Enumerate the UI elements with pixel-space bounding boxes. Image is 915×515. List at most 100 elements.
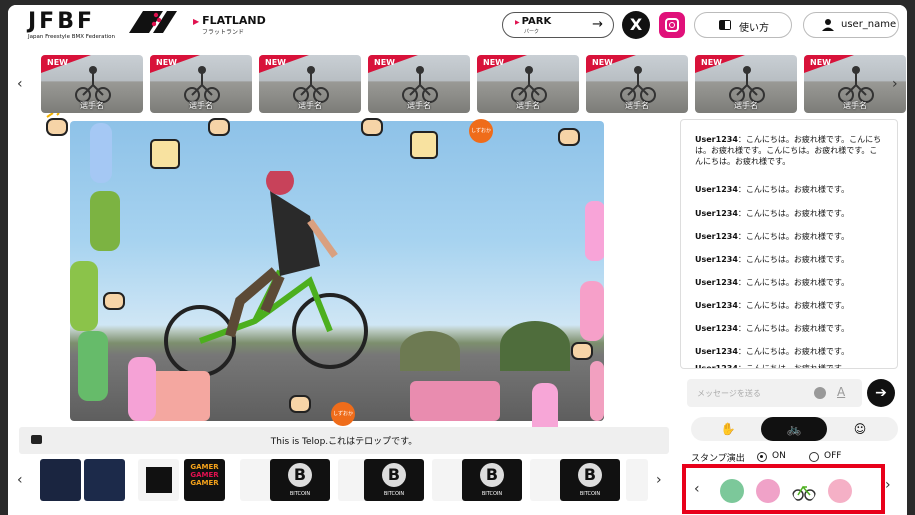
rider-name: 選手名 bbox=[625, 101, 649, 110]
chat-text: ：こんにちは。お疲れ様です。 bbox=[737, 209, 850, 218]
trees bbox=[500, 321, 570, 371]
clap-hand-icon: ✋ bbox=[720, 422, 736, 436]
category-subtitle: フラットランド bbox=[202, 29, 245, 36]
stamp-effect-label: スタンプ演出 bbox=[691, 454, 745, 464]
stamp-off-radio[interactable] bbox=[809, 452, 819, 462]
font-icon[interactable]: A bbox=[837, 385, 845, 399]
merch-item[interactable] bbox=[84, 459, 125, 501]
chat-message: User1234：こんにちは。お疲れ様です。こんにちは。お疲れ様です。こんにちは… bbox=[695, 134, 885, 167]
chat-user: User1234 bbox=[695, 135, 738, 144]
how-to-label: 使い方 bbox=[739, 23, 769, 34]
rider-name: 選手名 bbox=[80, 101, 104, 110]
rider-card[interactable]: NEW 選手名 bbox=[586, 55, 688, 113]
rider-card[interactable]: NEW 選手名 bbox=[477, 55, 579, 113]
rider-thumbnail bbox=[511, 66, 547, 103]
message-input[interactable]: メッセージを送る A bbox=[687, 379, 862, 407]
book-icon bbox=[719, 20, 731, 30]
merch-item[interactable]: GAMER GAMER GAMER bbox=[184, 459, 225, 501]
stamp-picker: ‹ bbox=[682, 464, 885, 514]
stamp-category-tabs: ✋ 🚲 ☺ bbox=[691, 417, 898, 441]
tab-bike-stamps[interactable]: 🚲 bbox=[761, 417, 827, 441]
tab-clap-stamps[interactable]: ✋ bbox=[695, 417, 761, 441]
logo-text: JFBF bbox=[28, 9, 96, 34]
rider-card[interactable]: NEW 選手名 bbox=[41, 55, 143, 113]
chat-message: User1234：こんにちは。お疲れ様です。 bbox=[695, 184, 885, 195]
rider-thumbnail bbox=[293, 66, 329, 103]
gamer-label: GAMER bbox=[190, 463, 219, 471]
rider-card[interactable]: NEW 選手名 bbox=[368, 55, 470, 113]
merch-item[interactable] bbox=[138, 459, 179, 501]
rider-thumbnail bbox=[402, 66, 438, 103]
category-flatland[interactable]: ▶ FLATLAND フラットランド bbox=[193, 14, 266, 36]
stamp-prev-icon[interactable]: ‹ bbox=[694, 481, 700, 497]
how-to-button[interactable]: 使い方 bbox=[694, 12, 792, 38]
chat-message: User1234：こんにちは。お疲れ様です。 bbox=[695, 300, 885, 311]
rider-card[interactable]: NEW 選手名 bbox=[150, 55, 252, 113]
logo-mark-icon bbox=[129, 11, 177, 33]
new-badge-label: NEW bbox=[592, 58, 613, 67]
chat-text: ：こんにちは。お疲れ様です。 bbox=[737, 364, 850, 369]
stamp-girl[interactable] bbox=[828, 479, 852, 503]
user-menu-button[interactable]: user_name bbox=[803, 12, 899, 38]
merch-item[interactable] bbox=[626, 459, 648, 501]
bitcoin-word: BITCOIN bbox=[383, 491, 405, 497]
riders-next-icon[interactable]: › bbox=[892, 76, 898, 92]
stamp-on-radio[interactable] bbox=[757, 452, 767, 462]
merch-prev-icon[interactable]: ‹ bbox=[17, 472, 23, 488]
chat-user: User1234 bbox=[695, 347, 738, 356]
rider-card[interactable]: NEW 選手名 bbox=[804, 55, 906, 113]
rider-name: 選手名 bbox=[298, 101, 322, 110]
clap-hand-icon bbox=[46, 113, 68, 136]
stamp-boy[interactable] bbox=[720, 479, 744, 503]
merch-next-icon[interactable]: › bbox=[656, 472, 662, 488]
bitcoin-word: BITCOIN bbox=[289, 491, 311, 497]
message-placeholder: メッセージを送る bbox=[697, 389, 761, 398]
x-logo-icon: X bbox=[629, 15, 643, 34]
stamp-next-icon[interactable]: › bbox=[885, 477, 891, 493]
rider-card[interactable]: NEW 選手名 bbox=[259, 55, 361, 113]
arrow-right-icon: → bbox=[592, 17, 603, 32]
stamp-crowd[interactable] bbox=[756, 479, 780, 503]
chat-message: User1234：こんにちは。お疲れ様です。 bbox=[695, 363, 885, 369]
merch-item[interactable]: B BITCOIN bbox=[462, 459, 522, 501]
rider-card[interactable]: NEW 選手名 bbox=[695, 55, 797, 113]
new-badge-label: NEW bbox=[156, 58, 177, 67]
chat-text: ：こんにちは。お疲れ様です。 bbox=[737, 347, 850, 356]
new-badge-label: NEW bbox=[810, 58, 831, 67]
send-arrow-icon: ➔ bbox=[875, 385, 887, 401]
chat-user: User1234 bbox=[695, 324, 738, 333]
chat-text: ：こんにちは。お疲れ様です。 bbox=[737, 185, 850, 194]
user-icon bbox=[822, 19, 834, 31]
new-badge-label: NEW bbox=[374, 58, 395, 67]
riders-prev-icon[interactable]: ‹ bbox=[17, 76, 23, 92]
bitcoin-letter: B bbox=[288, 463, 312, 487]
chat-text: ：こんにちは。お疲れ様です。 bbox=[737, 255, 850, 264]
park-subtitle: パーク bbox=[524, 29, 540, 35]
chat-user: User1234 bbox=[695, 364, 738, 369]
tab-face-stamps[interactable]: ☺ bbox=[827, 417, 893, 441]
merch-item[interactable] bbox=[40, 459, 81, 501]
rider-name: 選手名 bbox=[407, 101, 431, 110]
triangle-icon: ▶ bbox=[515, 19, 520, 26]
face-sticker bbox=[150, 139, 180, 169]
merch-item[interactable]: B BITCOIN bbox=[270, 459, 330, 501]
girl-sticker bbox=[590, 361, 604, 421]
instagram-button[interactable] bbox=[659, 12, 685, 38]
crowd-sticker bbox=[410, 381, 500, 421]
merch-item[interactable]: B BITCOIN bbox=[560, 459, 620, 501]
chat-user: User1234 bbox=[695, 278, 738, 287]
emoji-icon[interactable] bbox=[814, 387, 826, 399]
cheering-boy-sticker bbox=[70, 261, 98, 331]
bitcoin-word: BITCOIN bbox=[481, 491, 503, 497]
jfbf-logo[interactable]: JFBF Japan Freestyle BMX Federation bbox=[28, 9, 115, 41]
stamp-bike[interactable] bbox=[792, 479, 816, 503]
merch-item[interactable]: B BITCOIN bbox=[364, 459, 424, 501]
x-social-button[interactable]: X bbox=[622, 11, 650, 39]
park-button[interactable]: ▶ PARK パーク → bbox=[502, 12, 614, 38]
chat-panel[interactable]: User1234：こんにちは。お疲れ様です。こんにちは。お疲れ様です。こんにちは… bbox=[680, 119, 898, 369]
rider-thumbnail bbox=[838, 66, 874, 103]
bitcoin-letter: B bbox=[382, 463, 406, 487]
hearts-sticker bbox=[585, 201, 604, 261]
chat-message: User1234：こんにちは。お疲れ様です。 bbox=[695, 254, 885, 265]
send-button[interactable]: ➔ bbox=[867, 379, 895, 407]
